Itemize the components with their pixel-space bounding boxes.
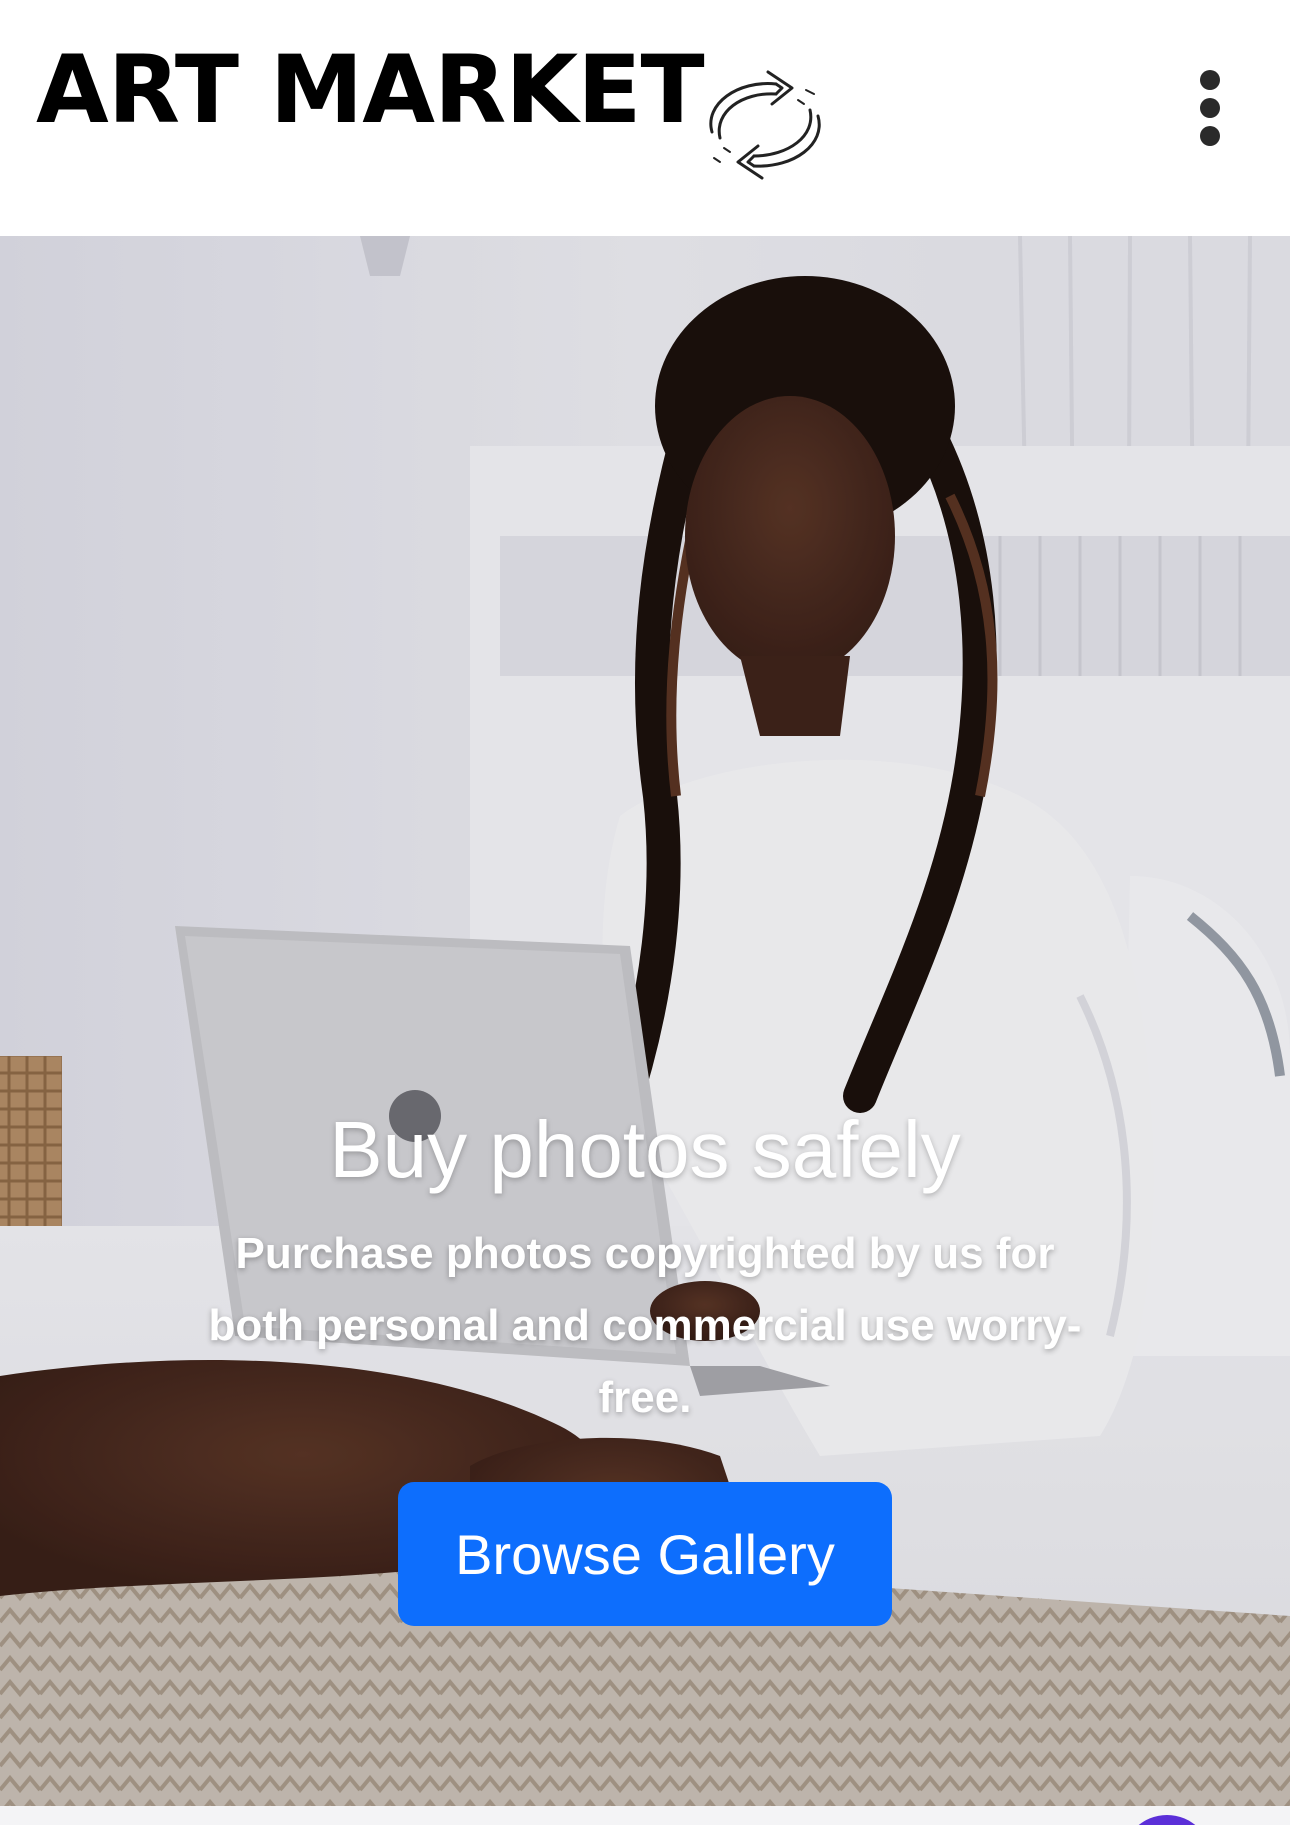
hero-content: Buy photos safely Purchase photos copyri… bbox=[0, 1102, 1290, 1626]
menu-dot bbox=[1200, 126, 1220, 146]
page: ART MARKET Buy photos safely Purchase ph… bbox=[0, 0, 1290, 1825]
kebab-menu-icon[interactable] bbox=[1180, 66, 1240, 152]
menu-dot bbox=[1200, 98, 1220, 118]
menu-dot bbox=[1200, 70, 1220, 90]
browse-gallery-button[interactable]: Browse Gallery bbox=[398, 1482, 892, 1626]
hero-subtitle: Purchase photos copyrighted by us for bo… bbox=[208, 1229, 1082, 1422]
hero-banner: Buy photos safely Purchase photos copyri… bbox=[0, 236, 1290, 1806]
hero-title: Buy photos safely bbox=[329, 1105, 961, 1194]
bottom-strip bbox=[0, 1806, 1290, 1825]
top-header: ART MARKET bbox=[0, 0, 1290, 236]
brand-title[interactable]: ART MARKET bbox=[36, 36, 705, 146]
sync-arrows-icon bbox=[709, 70, 821, 180]
